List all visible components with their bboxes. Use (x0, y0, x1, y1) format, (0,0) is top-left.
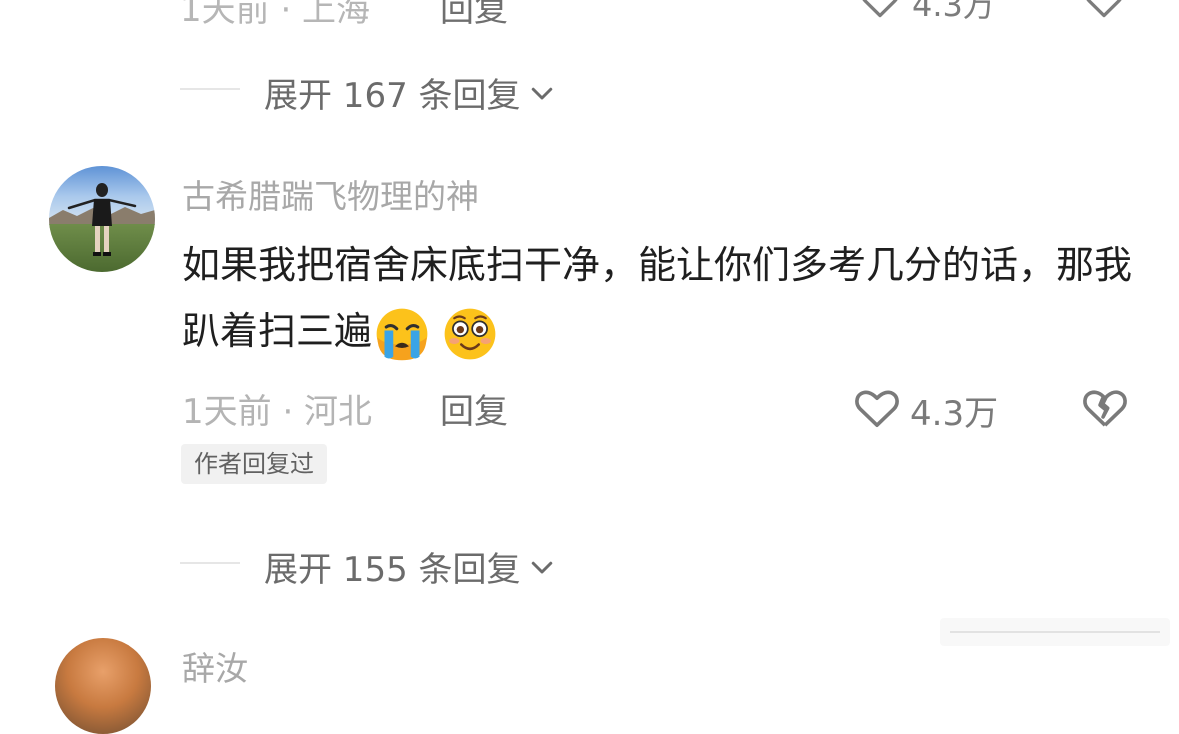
expand-replies-button[interactable]: 展开 155 条回复 (264, 542, 557, 591)
watermark (940, 618, 1170, 646)
previous-comment-meta: 1天前 · 上海 (180, 0, 371, 30)
expand-replies-label: 展开 167 条回复 (264, 76, 521, 116)
comment-body: 如果我把宿舍床底扫干净，能让你们多考几分的话，那我趴着扫三遍 (182, 232, 1142, 364)
heart-icon[interactable] (852, 384, 902, 430)
avatar[interactable] (49, 166, 155, 272)
divider-line (180, 562, 240, 564)
avatar[interactable] (55, 638, 151, 734)
previous-like-count: 4.3万 (912, 0, 995, 24)
chevron-down-icon (531, 561, 552, 573)
crying-face-emoji (376, 308, 428, 360)
like-count: 4.3万 (910, 394, 999, 434)
broken-heart-icon[interactable] (1082, 0, 1126, 22)
previous-reply-button[interactable]: 回复 (440, 0, 508, 31)
reply-button[interactable]: 回复 (440, 384, 508, 433)
chevron-down-icon (531, 87, 552, 99)
flushed-face-emoji (444, 308, 496, 359)
divider-line (180, 88, 240, 90)
expand-replies-button[interactable]: 展开 167 条回复 (264, 68, 557, 117)
comment-username[interactable]: 辞汝 (182, 642, 248, 690)
expand-replies-label: 展开 155 条回复 (264, 550, 521, 590)
author-replied-badge: 作者回复过 (181, 444, 327, 484)
broken-heart-icon[interactable] (1080, 384, 1130, 430)
comment-username[interactable]: 古希腊踹飞物理的神 (182, 170, 479, 218)
comment-text: 如果我把宿舍床底扫干净，能让你们多考几分的话，那我趴着扫三遍 (182, 243, 1133, 353)
heart-icon[interactable] (858, 0, 902, 22)
comment-meta: 1天前 · 河北 (182, 392, 373, 432)
